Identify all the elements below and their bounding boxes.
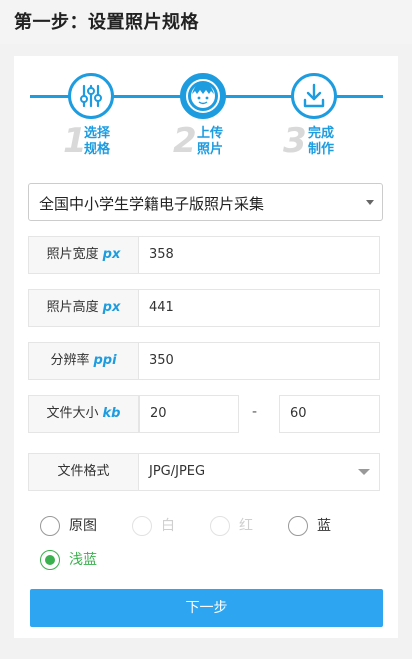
- radio-light-blue-label: 浅蓝: [69, 552, 97, 568]
- height-label-text: 照片高度: [46, 300, 99, 315]
- filesize-label: 文件大小 kb: [28, 395, 139, 433]
- filesize-unit: kb: [102, 406, 121, 421]
- filesize-min-input[interactable]: 20: [139, 395, 239, 433]
- page-header: 第一步：设置照片规格: [0, 0, 412, 44]
- radio-white-label: 白: [161, 518, 175, 534]
- height-unit: px: [102, 300, 121, 315]
- filesize-range-separator: -: [252, 404, 258, 420]
- step-1-label: 选择规格: [84, 126, 111, 157]
- width-input[interactable]: 358: [139, 236, 380, 274]
- radio-red[interactable]: [210, 516, 230, 536]
- filesize-max-input[interactable]: 60: [279, 395, 380, 433]
- step-2-number: 2: [173, 121, 197, 161]
- width-label: 照片宽度 px: [28, 236, 139, 274]
- width-unit: px: [102, 247, 121, 262]
- resolution-input[interactable]: 350: [139, 342, 380, 380]
- spec-select-value: 全国中小学生学籍电子版照片采集: [39, 195, 265, 213]
- radio-blue-label: 蓝: [317, 518, 331, 534]
- chevron-down-icon: [358, 469, 370, 475]
- radio-blue[interactable]: [288, 516, 308, 536]
- width-label-text: 照片宽度: [46, 247, 99, 262]
- radio-original-label: 原图: [69, 518, 97, 534]
- page-title: 第一步：设置照片规格: [14, 12, 199, 33]
- step-2-circle: [180, 73, 226, 119]
- format-label-text: 文件格式: [57, 464, 110, 479]
- format-select[interactable]: JPG/JPEG: [139, 453, 380, 491]
- radio-original[interactable]: [40, 516, 60, 536]
- resolution-label: 分辨率 ppi: [28, 342, 139, 380]
- chevron-down-icon: [366, 200, 374, 205]
- sliders-icon: [80, 84, 102, 108]
- step-2-label: 上传照片: [197, 126, 224, 157]
- step-3-number: 3: [283, 121, 307, 161]
- height-input[interactable]: 441: [139, 289, 380, 327]
- step-1-circle: [68, 73, 114, 119]
- resolution-label-text: 分辨率: [50, 353, 90, 368]
- download-icon: [303, 83, 325, 108]
- face-icon: [191, 83, 215, 108]
- step-3-label: 完成制作: [308, 126, 335, 157]
- spec-select[interactable]: 全国中小学生学籍电子版照片采集: [28, 183, 383, 221]
- step-3-circle: [291, 73, 337, 119]
- radio-white[interactable]: [132, 516, 152, 536]
- resolution-unit: ppi: [93, 353, 117, 368]
- filesize-label-text: 文件大小: [46, 406, 99, 421]
- radio-light-blue[interactable]: [40, 550, 60, 570]
- height-label: 照片高度 px: [28, 289, 139, 327]
- format-label: 文件格式: [28, 453, 139, 491]
- next-step-button[interactable]: 下一步: [30, 589, 383, 627]
- radio-red-label: 红: [239, 518, 253, 534]
